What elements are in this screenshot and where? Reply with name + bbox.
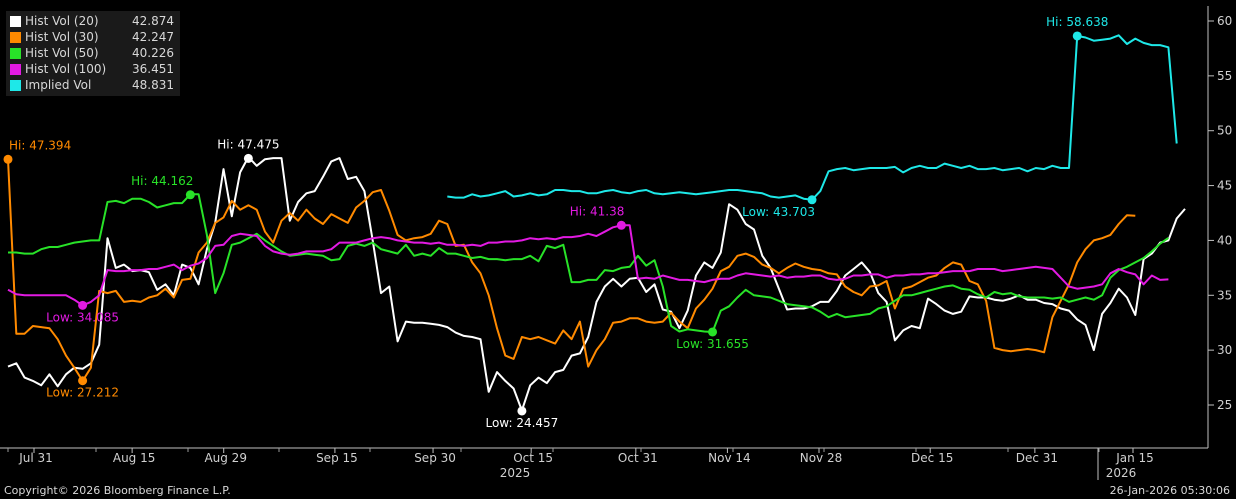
- annotation-label: Low: 43.703: [742, 205, 815, 219]
- annotation-marker: [1072, 31, 1082, 41]
- legend-item: Hist Vol (30) 42.247: [10, 29, 174, 45]
- year-label: 2026: [1106, 466, 1137, 480]
- legend-swatch: [10, 47, 21, 59]
- axes: 25 30 35 40 45 50 55 60 Jul 31 Aug 15 Aug 29 Sep 15…: [0, 6, 1232, 480]
- x-tick-label: Nov 28: [800, 451, 843, 465]
- copyright-text: Copyright© 2026 Bloomberg Finance L.P.: [4, 484, 231, 497]
- annotation-label: Hi: 58.638: [1046, 15, 1108, 29]
- x-tick-label: Jan 15: [1115, 451, 1154, 465]
- annotation-marker: [616, 220, 626, 230]
- legend-label: Hist Vol (30): [25, 30, 99, 44]
- x-tick-label: Dec 31: [1016, 451, 1058, 465]
- annotation-marker: [78, 376, 88, 386]
- y-tick-label: 40: [1217, 233, 1232, 247]
- x-tick-label: Aug 15: [113, 451, 156, 465]
- annotation-label: Low: 31.655: [676, 337, 749, 351]
- annotation-label: Hi: 41.38: [570, 204, 625, 218]
- annotation-label: Hi: 44.162: [131, 174, 193, 188]
- x-tick-label: Nov 14: [708, 451, 751, 465]
- annotation-label: Hi: 47.475: [217, 137, 279, 151]
- annotation-label: Low: 34.085: [46, 310, 119, 324]
- legend-value: 36.451: [132, 62, 174, 76]
- volatility-chart: Hi: 47.394 Low: 27.212 Low: 34.085 Hi: 44.1…: [0, 6, 1232, 480]
- legend-value: 40.226: [132, 46, 174, 60]
- annotation-marker: [78, 300, 88, 310]
- x-tick-label: Sep 15: [316, 451, 358, 465]
- legend-label: Hist Vol (100): [25, 62, 107, 76]
- legend-label: Hist Vol (50): [25, 46, 99, 60]
- x-tick-label: Oct 15: [513, 451, 553, 465]
- legend-value: 48.831: [132, 78, 174, 92]
- y-tick-label: 55: [1217, 69, 1232, 83]
- y-tick-label: 45: [1217, 179, 1232, 193]
- legend-swatch: [10, 79, 21, 91]
- x-tick-label: Jul 31: [18, 451, 53, 465]
- year-label: 2025: [500, 466, 531, 480]
- annotation-marker: [807, 195, 817, 205]
- series-layer: [7, 34, 1186, 412]
- legend-label: Hist Vol (20): [25, 14, 99, 28]
- legend: Hist Vol (20) 42.874 Hist Vol (30) 42.24…: [6, 11, 180, 96]
- y-tick-label: 30: [1217, 343, 1232, 357]
- y-tick-label: 60: [1217, 14, 1232, 28]
- legend-value: 42.874: [132, 14, 174, 28]
- legend-item: Implied Vol 48.831: [10, 77, 174, 93]
- legend-label: Implied Vol: [25, 78, 92, 92]
- x-tick-label: Aug 29: [204, 451, 247, 465]
- annotation-label: Low: 27.212: [46, 386, 119, 400]
- legend-value: 42.247: [132, 30, 174, 44]
- annotation-marker: [3, 154, 13, 164]
- series-line-4: [447, 34, 1178, 201]
- annotation-marker: [708, 327, 718, 337]
- legend-item: Hist Vol (50) 40.226: [10, 45, 174, 61]
- annotation-label: Hi: 47.394: [9, 138, 71, 152]
- timestamp-text: 26-Jan-2026 05:30:06: [1109, 484, 1230, 497]
- legend-swatch: [10, 15, 21, 27]
- annotation-marker: [243, 153, 253, 163]
- annotation-label: Low: 24.457: [485, 416, 558, 430]
- series-line-0: [7, 156, 1186, 412]
- x-tick-label: Dec 15: [911, 451, 953, 465]
- legend-swatch: [10, 63, 21, 75]
- annotation-marker: [517, 406, 527, 416]
- y-tick-label: 35: [1217, 288, 1232, 302]
- legend-item: Hist Vol (100) 36.451: [10, 61, 174, 77]
- legend-item: Hist Vol (20) 42.874: [10, 13, 174, 29]
- annotation-marker: [185, 190, 195, 200]
- legend-swatch: [10, 31, 21, 43]
- y-tick-label: 25: [1217, 398, 1232, 412]
- x-tick-label: Sep 30: [414, 451, 456, 465]
- y-tick-label: 50: [1217, 124, 1232, 138]
- x-tick-label: Oct 31: [618, 451, 658, 465]
